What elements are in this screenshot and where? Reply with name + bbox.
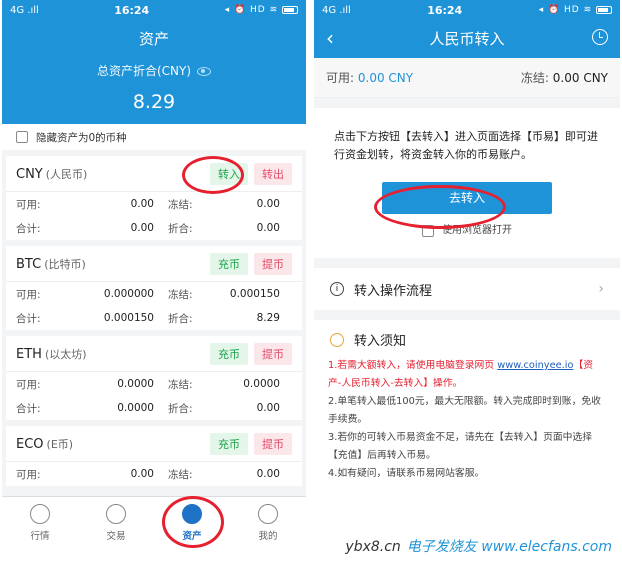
battery-icon	[596, 5, 612, 14]
hide-zero-checkbox[interactable]	[16, 131, 28, 143]
asset-card-header: ECO (E币) 充币 提币	[6, 426, 302, 462]
asset-card-btc: BTC (比特币) 充币 提币 可用: 0.000000 冻结: 0.000150 合…	[6, 246, 302, 330]
signal-indicator: 4G .ıll	[10, 4, 39, 16]
notice-header: 转入须知	[314, 320, 620, 353]
clock: 16:24	[114, 3, 150, 17]
page-title: 资产	[138, 29, 169, 48]
bottom-tab-bar: 行情 交易 资产 我的	[2, 496, 306, 548]
notice-item: 1.若需大额转入，请使用电脑登录网页 www.coinyee.io【资产-人民币…	[328, 360, 594, 389]
tab-assets[interactable]: 资产	[154, 497, 230, 548]
asset-name: ECO (E币)	[16, 436, 74, 452]
assets-header: 4G .ıll 16:24 ◂ ⏰ HD ≋ 资产 总资产折合(CNY) 8.2…	[2, 0, 306, 124]
chart-line-icon	[30, 503, 50, 524]
watermark: ybx8.cn 电子发烧友 www.elecfans.com	[345, 539, 612, 555]
asset-row: 可用: 0.000000 冻结: 0.000150	[16, 288, 280, 301]
asset-row: 可用: 0.00 冻结: 0.00	[16, 198, 280, 211]
transfer-instruction-panel: 点击下方按钮【去转入】进入页面选择【币易】即可进行资金划转，将资金转入你的币易账…	[314, 108, 620, 258]
withdraw-button[interactable]: 提币	[254, 342, 292, 365]
frozen-balance: 冻结: 0.00 CNY	[520, 71, 608, 85]
asset-row: 可用: 0.00 冻结: 0.00	[16, 468, 280, 481]
battery-icon	[282, 5, 298, 14]
user-icon	[258, 503, 278, 524]
hide-zero-toggle[interactable]: 隐藏资产为0的币种	[2, 124, 306, 150]
asset-card-header: BTC (比特币) 充币 提币	[6, 246, 302, 282]
balance-bar: 可用: 0.00 CNY 冻结: 0.00 CNY	[314, 58, 620, 98]
asset-card-cny: CNY (人民币) 转入 转出 可用: 0.00 冻结: 0.00 合计: 0.00 折…	[6, 156, 302, 240]
available-balance: 可用: 0.00 CNY	[326, 71, 414, 85]
asset-card-header: ETH (以太坊) 充币 提币	[6, 336, 302, 372]
clock: 16:24	[427, 3, 463, 17]
info-icon: i	[330, 282, 344, 296]
transfer-header: 4G .ıll 16:24 ◂ ⏰ HD ≋ ‹ 人民币转入	[314, 0, 620, 58]
assets-screen: 4G .ıll 16:24 ◂ ⏰ HD ≋ 资产 总资产折合(CNY) 8.2…	[2, 0, 306, 548]
status-icons: ◂ ⏰ HD ≋	[539, 5, 612, 15]
transfer-out-button[interactable]: 转出	[254, 162, 292, 185]
withdraw-button[interactable]: 提币	[254, 252, 292, 275]
asset-name: ETH (以太坊)	[16, 346, 87, 362]
tab-market[interactable]: 行情	[2, 497, 78, 548]
total-assets-label: 总资产折合(CNY)	[2, 56, 306, 79]
exchange-icon	[106, 503, 126, 524]
status-icons: ◂ ⏰ HD ≋	[225, 5, 298, 15]
cny-transfer-screen: 4G .ıll 16:24 ◂ ⏰ HD ≋ ‹ 人民币转入 可用: 0.00 …	[314, 0, 620, 548]
history-icon[interactable]	[592, 29, 608, 45]
chevron-right-icon: ›	[598, 281, 604, 297]
transfer-in-button[interactable]: 转入	[210, 162, 248, 185]
asset-card-eth: ETH (以太坊) 充币 提币 可用: 0.0000 冻结: 0.0000 合计: 0.…	[6, 336, 302, 420]
asset-row: 合计: 0.0000 折合: 0.00	[16, 402, 280, 415]
tab-trade[interactable]: 交易	[78, 497, 154, 548]
tab-profile[interactable]: 我的	[230, 497, 306, 548]
coinyee-link[interactable]: www.coinyee.io	[497, 360, 573, 371]
eye-icon[interactable]	[197, 67, 212, 76]
browser-checkbox[interactable]	[422, 225, 434, 237]
hide-zero-label: 隐藏资产为0的币种	[36, 131, 127, 144]
signal-indicator: 4G .ıll	[322, 4, 351, 16]
asset-card-eco: ECO (E币) 充币 提币 可用: 0.00 冻结: 0.00	[6, 426, 302, 486]
asset-card-header: CNY (人民币) 转入 转出	[6, 156, 302, 192]
notice-list: 1.若需大额转入，请使用电脑登录网页 www.coinyee.io【资产-人民币…	[314, 353, 620, 483]
deposit-button[interactable]: 充币	[210, 432, 248, 455]
go-transfer-button[interactable]: 去转入	[382, 182, 552, 214]
asset-row: 合计: 0.00 折合: 0.00	[16, 222, 280, 235]
status-bar: 4G .ıll 16:24 ◂ ⏰ HD ≋	[314, 0, 620, 20]
transfer-process-link[interactable]: i 转入操作流程 ›	[314, 258, 620, 320]
total-assets-value: 8.29	[132, 91, 176, 113]
coins-icon	[182, 503, 202, 524]
instruction-text: 点击下方按钮【去转入】进入页面选择【币易】即可进行资金划转，将资金转入你的币易账…	[334, 130, 598, 161]
page-title: ‹ 人民币转入	[314, 20, 620, 56]
open-in-browser-option[interactable]: 使用浏览器打开	[334, 222, 600, 240]
withdraw-button[interactable]: 提币	[254, 432, 292, 455]
deposit-button[interactable]: 充币	[210, 342, 248, 365]
notice-item: 2.单笔转入最低100元，最大无限额。转入完成即时到账，免收手续费。	[328, 396, 601, 425]
notice-item: 4.如有疑问，请联系币易网站客服。	[328, 468, 485, 479]
asset-row: 合计: 0.000150 折合: 8.29	[16, 312, 280, 325]
notice-item: 3.若你的可转入币易资金不足，请先在【去转入】页面中选择【充值】后再转入币易。	[328, 432, 593, 461]
deposit-button[interactable]: 充币	[210, 252, 248, 275]
status-bar: 4G .ıll 16:24 ◂ ⏰ HD ≋	[2, 0, 306, 20]
back-icon[interactable]: ‹	[326, 26, 334, 50]
asset-name: CNY (人民币)	[16, 166, 88, 182]
asset-row: 可用: 0.0000 冻结: 0.0000	[16, 378, 280, 391]
lightbulb-icon	[330, 332, 344, 347]
asset-name: BTC (比特币)	[16, 256, 86, 272]
